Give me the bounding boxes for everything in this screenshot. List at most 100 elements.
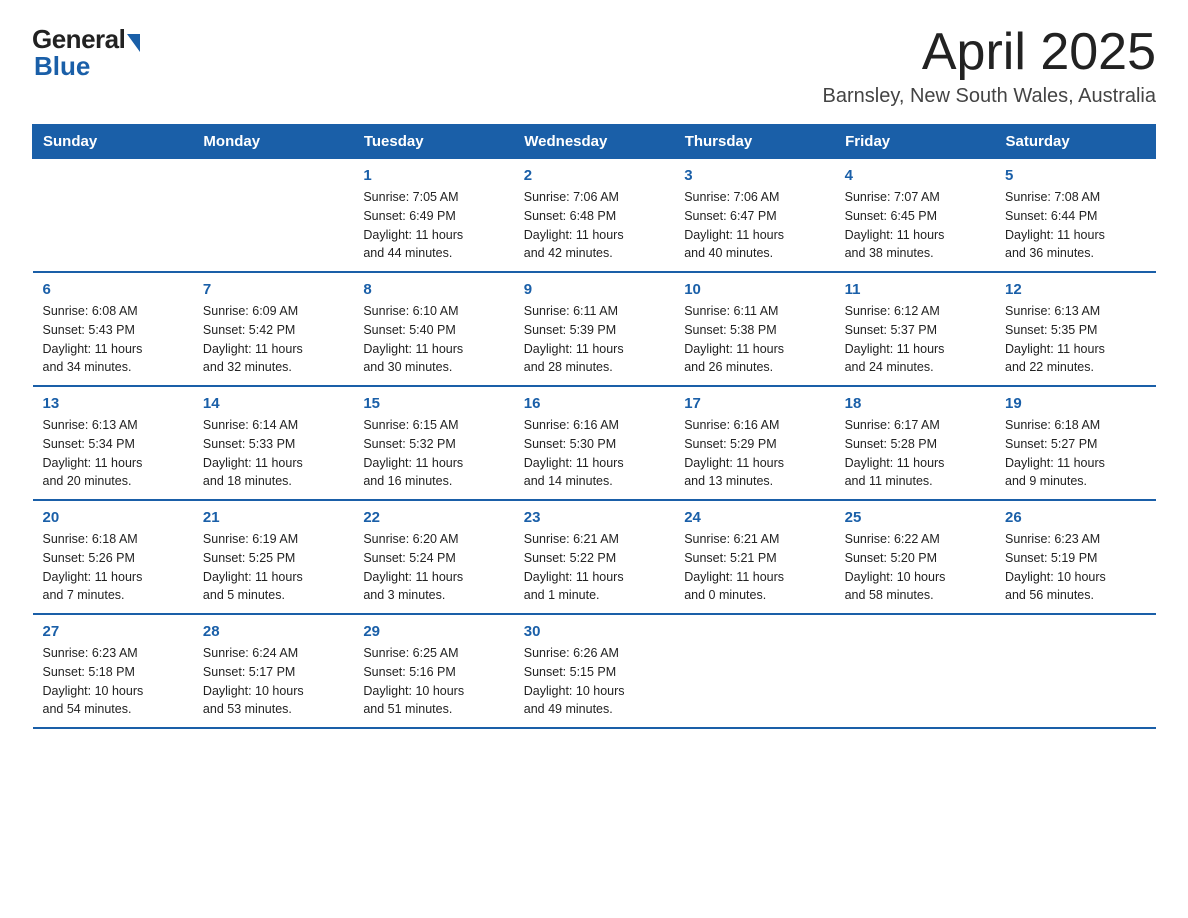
day-info: Sunrise: 7:06 AM Sunset: 6:47 PM Dayligh… bbox=[684, 188, 824, 263]
day-info: Sunrise: 7:08 AM Sunset: 6:44 PM Dayligh… bbox=[1005, 188, 1145, 263]
day-number: 6 bbox=[43, 281, 183, 298]
day-info: Sunrise: 6:20 AM Sunset: 5:24 PM Dayligh… bbox=[363, 530, 503, 605]
logo-arrow-icon bbox=[127, 34, 140, 52]
calendar-cell: 22 Sunrise: 6:20 AM Sunset: 5:24 PM Dayli… bbox=[353, 500, 513, 614]
day-info: Sunrise: 6:09 AM Sunset: 5:42 PM Dayligh… bbox=[203, 302, 343, 377]
day-info: Sunrise: 6:17 AM Sunset: 5:28 PM Dayligh… bbox=[845, 416, 985, 491]
day-info: Sunrise: 6:21 AM Sunset: 5:21 PM Dayligh… bbox=[684, 530, 824, 605]
calendar-cell: 14 Sunrise: 6:14 AM Sunset: 5:33 PM Dayli… bbox=[193, 386, 353, 500]
day-number: 11 bbox=[845, 281, 985, 298]
day-number: 15 bbox=[363, 395, 503, 412]
calendar-cell bbox=[835, 614, 995, 728]
calendar-cell: 18Sunrise: 6:17 AM Sunset: 5:28 PM Dayli… bbox=[835, 386, 995, 500]
day-number: 5 bbox=[1005, 167, 1145, 184]
day-number: 9 bbox=[524, 281, 664, 298]
calendar-cell: 16 Sunrise: 6:16 AM Sunset: 5:30 PM Dayli… bbox=[514, 386, 674, 500]
day-info: Sunrise: 6:11 AM Sunset: 5:39 PM Dayligh… bbox=[524, 302, 664, 377]
weekday-header-monday: Monday bbox=[193, 125, 353, 159]
day-info: Sunrise: 6:14 AM Sunset: 5:33 PM Dayligh… bbox=[203, 416, 343, 491]
day-number: 24 bbox=[684, 509, 824, 526]
day-info: Sunrise: 6:23 AM Sunset: 5:19 PM Dayligh… bbox=[1005, 530, 1145, 605]
day-info: Sunrise: 6:16 AM Sunset: 5:30 PM Dayligh… bbox=[524, 416, 664, 491]
day-number: 28 bbox=[203, 623, 343, 640]
weekday-header-wednesday: Wednesday bbox=[514, 125, 674, 159]
day-number: 16 bbox=[524, 395, 664, 412]
day-number: 2 bbox=[524, 167, 664, 184]
calendar-cell: 17Sunrise: 6:16 AM Sunset: 5:29 PM Dayli… bbox=[674, 386, 834, 500]
weekday-header-saturday: Saturday bbox=[995, 125, 1155, 159]
calendar-cell: 10Sunrise: 6:11 AM Sunset: 5:38 PM Dayli… bbox=[674, 272, 834, 386]
calendar-table: SundayMondayTuesdayWednesdayThursdayFrid… bbox=[32, 124, 1156, 729]
page-header: General Blue April 2025 Barnsley, New So… bbox=[32, 24, 1156, 108]
day-info: Sunrise: 6:12 AM Sunset: 5:37 PM Dayligh… bbox=[845, 302, 985, 377]
day-number: 14 bbox=[203, 395, 343, 412]
weekday-header-tuesday: Tuesday bbox=[353, 125, 513, 159]
calendar-location: Barnsley, New South Wales, Australia bbox=[823, 85, 1156, 108]
logo: General Blue bbox=[32, 24, 140, 82]
calendar-week-row: 1 Sunrise: 7:05 AM Sunset: 6:49 PM Daylig… bbox=[33, 159, 1156, 273]
day-info: Sunrise: 6:08 AM Sunset: 5:43 PM Dayligh… bbox=[43, 302, 183, 377]
day-info: Sunrise: 6:24 AM Sunset: 5:17 PM Dayligh… bbox=[203, 644, 343, 719]
calendar-cell: 11 Sunrise: 6:12 AM Sunset: 5:37 PM Dayli… bbox=[835, 272, 995, 386]
day-number: 23 bbox=[524, 509, 664, 526]
day-number: 22 bbox=[363, 509, 503, 526]
day-info: Sunrise: 6:23 AM Sunset: 5:18 PM Dayligh… bbox=[43, 644, 183, 719]
calendar-cell: 28 Sunrise: 6:24 AM Sunset: 5:17 PM Dayli… bbox=[193, 614, 353, 728]
day-number: 26 bbox=[1005, 509, 1145, 526]
day-number: 12 bbox=[1005, 281, 1145, 298]
day-number: 3 bbox=[684, 167, 824, 184]
day-info: Sunrise: 6:18 AM Sunset: 5:27 PM Dayligh… bbox=[1005, 416, 1145, 491]
title-block: April 2025 Barnsley, New South Wales, Au… bbox=[823, 24, 1156, 108]
calendar-cell: 12 Sunrise: 6:13 AM Sunset: 5:35 PM Dayli… bbox=[995, 272, 1155, 386]
calendar-week-row: 13Sunrise: 6:13 AM Sunset: 5:34 PM Dayli… bbox=[33, 386, 1156, 500]
calendar-cell: 20 Sunrise: 6:18 AM Sunset: 5:26 PM Dayli… bbox=[33, 500, 193, 614]
weekday-header-friday: Friday bbox=[835, 125, 995, 159]
day-info: Sunrise: 6:18 AM Sunset: 5:26 PM Dayligh… bbox=[43, 530, 183, 605]
day-number: 1 bbox=[363, 167, 503, 184]
calendar-cell: 29 Sunrise: 6:25 AM Sunset: 5:16 PM Dayli… bbox=[353, 614, 513, 728]
calendar-cell: 27 Sunrise: 6:23 AM Sunset: 5:18 PM Dayli… bbox=[33, 614, 193, 728]
day-info: Sunrise: 6:19 AM Sunset: 5:25 PM Dayligh… bbox=[203, 530, 343, 605]
day-info: Sunrise: 6:13 AM Sunset: 5:35 PM Dayligh… bbox=[1005, 302, 1145, 377]
calendar-cell: 19 Sunrise: 6:18 AM Sunset: 5:27 PM Dayli… bbox=[995, 386, 1155, 500]
day-number: 21 bbox=[203, 509, 343, 526]
day-info: Sunrise: 6:10 AM Sunset: 5:40 PM Dayligh… bbox=[363, 302, 503, 377]
day-info: Sunrise: 6:16 AM Sunset: 5:29 PM Dayligh… bbox=[684, 416, 824, 491]
calendar-cell: 25Sunrise: 6:22 AM Sunset: 5:20 PM Dayli… bbox=[835, 500, 995, 614]
calendar-week-row: 27 Sunrise: 6:23 AM Sunset: 5:18 PM Dayli… bbox=[33, 614, 1156, 728]
logo-blue-text: Blue bbox=[34, 51, 90, 82]
day-number: 10 bbox=[684, 281, 824, 298]
calendar-cell: 30Sunrise: 6:26 AM Sunset: 5:15 PM Dayli… bbox=[514, 614, 674, 728]
day-info: Sunrise: 6:21 AM Sunset: 5:22 PM Dayligh… bbox=[524, 530, 664, 605]
day-number: 19 bbox=[1005, 395, 1145, 412]
calendar-cell bbox=[193, 159, 353, 273]
day-number: 7 bbox=[203, 281, 343, 298]
day-number: 25 bbox=[845, 509, 985, 526]
day-number: 27 bbox=[43, 623, 183, 640]
day-number: 20 bbox=[43, 509, 183, 526]
calendar-cell bbox=[995, 614, 1155, 728]
calendar-cell: 4Sunrise: 7:07 AM Sunset: 6:45 PM Daylig… bbox=[835, 159, 995, 273]
day-number: 29 bbox=[363, 623, 503, 640]
day-number: 8 bbox=[363, 281, 503, 298]
day-info: Sunrise: 6:15 AM Sunset: 5:32 PM Dayligh… bbox=[363, 416, 503, 491]
calendar-cell: 9 Sunrise: 6:11 AM Sunset: 5:39 PM Daylig… bbox=[514, 272, 674, 386]
calendar-cell: 7 Sunrise: 6:09 AM Sunset: 5:42 PM Daylig… bbox=[193, 272, 353, 386]
calendar-cell: 13Sunrise: 6:13 AM Sunset: 5:34 PM Dayli… bbox=[33, 386, 193, 500]
calendar-cell bbox=[674, 614, 834, 728]
day-info: Sunrise: 7:05 AM Sunset: 6:49 PM Dayligh… bbox=[363, 188, 503, 263]
calendar-cell bbox=[33, 159, 193, 273]
weekday-header-thursday: Thursday bbox=[674, 125, 834, 159]
day-info: Sunrise: 7:07 AM Sunset: 6:45 PM Dayligh… bbox=[845, 188, 985, 263]
calendar-cell: 23 Sunrise: 6:21 AM Sunset: 5:22 PM Dayli… bbox=[514, 500, 674, 614]
calendar-cell: 2Sunrise: 7:06 AM Sunset: 6:48 PM Daylig… bbox=[514, 159, 674, 273]
calendar-week-row: 20 Sunrise: 6:18 AM Sunset: 5:26 PM Dayli… bbox=[33, 500, 1156, 614]
day-info: Sunrise: 6:25 AM Sunset: 5:16 PM Dayligh… bbox=[363, 644, 503, 719]
calendar-title: April 2025 bbox=[823, 24, 1156, 81]
calendar-week-row: 6 Sunrise: 6:08 AM Sunset: 5:43 PM Daylig… bbox=[33, 272, 1156, 386]
day-number: 13 bbox=[43, 395, 183, 412]
calendar-cell: 15 Sunrise: 6:15 AM Sunset: 5:32 PM Dayli… bbox=[353, 386, 513, 500]
calendar-header-row: SundayMondayTuesdayWednesdayThursdayFrid… bbox=[33, 125, 1156, 159]
calendar-cell: 21 Sunrise: 6:19 AM Sunset: 5:25 PM Dayli… bbox=[193, 500, 353, 614]
day-info: Sunrise: 6:26 AM Sunset: 5:15 PM Dayligh… bbox=[524, 644, 664, 719]
